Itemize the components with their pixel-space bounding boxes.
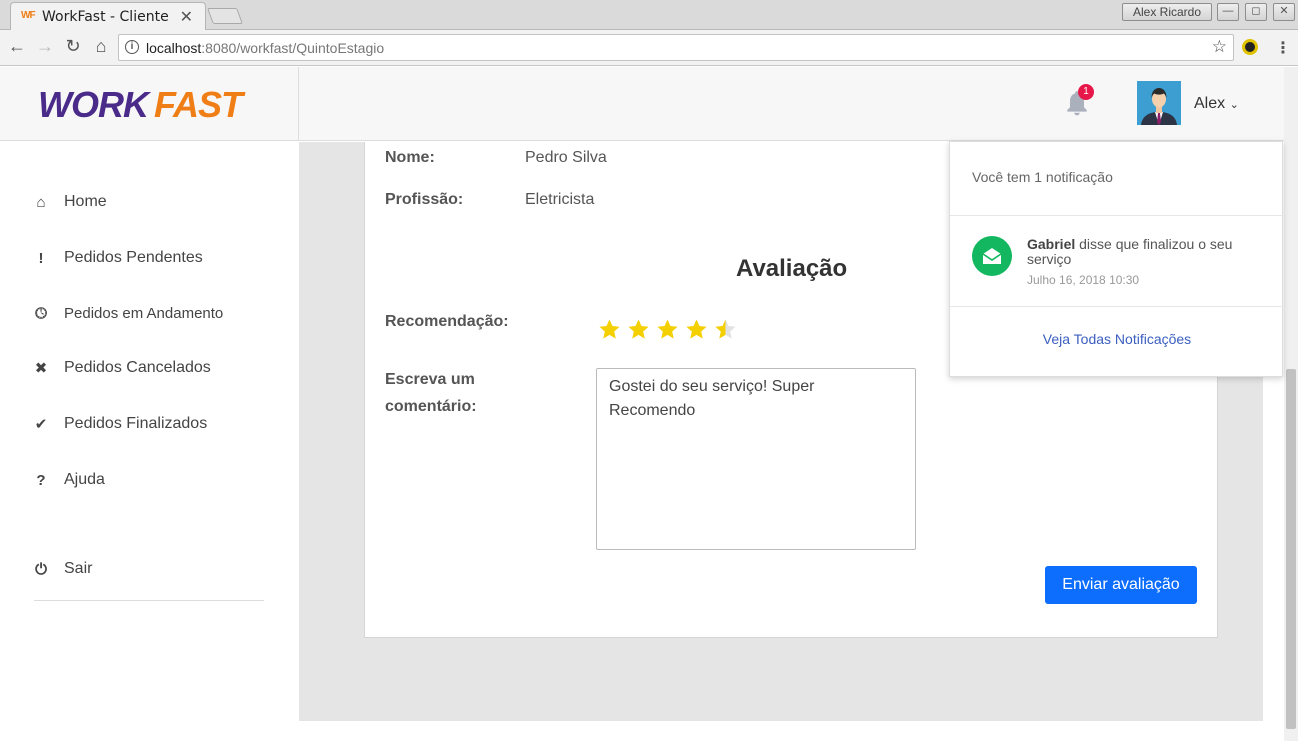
notification-divider xyxy=(950,306,1284,307)
window-user-label: Alex Ricardo xyxy=(1122,3,1212,21)
comment-textarea[interactable]: Gostei do seu serviço! Super Recomendo xyxy=(596,368,916,550)
app-root: WORK FAST 1 Alex ⌄ ⌂ Home ! Pedidos Pend… xyxy=(0,67,1298,741)
check-icon: ✔ xyxy=(34,416,48,433)
star-full-icon[interactable] xyxy=(598,318,621,341)
minimize-icon[interactable]: — xyxy=(1217,3,1239,21)
extension-icon[interactable] xyxy=(1242,39,1258,55)
notification-badge: 1 xyxy=(1078,84,1094,100)
notification-item-text[interactable]: Gabriel disse que finalizou o seu serviç… xyxy=(1027,237,1263,267)
back-arrow-icon[interactable]: ← xyxy=(6,36,28,57)
sidebar-item-pedidos-finalizados[interactable]: ✔ Pedidos Finalizados xyxy=(32,415,208,433)
url-text: localhost:8080/workfast/QuintoEstagio xyxy=(146,40,385,56)
envelope-open-icon xyxy=(972,236,1012,276)
profession-value: Eletricista xyxy=(525,191,595,208)
chevron-down-icon: ⌄ xyxy=(1229,99,1239,111)
workfast-logo[interactable]: WORK FAST xyxy=(38,84,243,126)
star-full-icon[interactable] xyxy=(685,318,708,341)
sidebar-item-ajuda[interactable]: ? Ajuda xyxy=(32,471,105,489)
notification-divider xyxy=(950,215,1284,216)
section-title: Avaliação xyxy=(736,255,848,282)
reload-icon[interactable]: ↻ xyxy=(62,36,84,57)
scrollbar-thumb[interactable] xyxy=(1286,369,1296,729)
user-avatar-icon xyxy=(1137,81,1181,125)
notification-header: Você tem 1 notificação xyxy=(972,169,1113,185)
workfast-favicon-icon: WF xyxy=(21,10,36,21)
tab-close-icon[interactable]: ✕ xyxy=(180,7,193,27)
address-bar[interactable]: i localhost:8080/workfast/QuintoEstagio … xyxy=(118,34,1234,61)
page-scrollbar[interactable] xyxy=(1284,67,1298,741)
recommendation-label: Recomendação: xyxy=(385,313,509,330)
user-menu[interactable]: Alex ⌄ xyxy=(1194,95,1239,113)
maximize-icon[interactable]: ◻ xyxy=(1245,3,1267,21)
sidebar-item-label: Ajuda xyxy=(64,471,105,488)
sidebar-item-label: Pedidos Cancelados xyxy=(64,359,211,376)
sidebar-item-home[interactable]: ⌂ Home xyxy=(32,193,107,211)
top-header: 1 Alex ⌄ xyxy=(299,67,1284,141)
question-icon: ? xyxy=(36,471,46,489)
see-all-notifications-link[interactable]: Veja Todas Notificações xyxy=(950,331,1284,347)
star-full-icon[interactable] xyxy=(656,318,679,341)
sidebar-item-label: Home xyxy=(64,193,107,210)
x-icon: ✖ xyxy=(34,360,48,377)
info-icon[interactable]: i xyxy=(125,40,139,54)
avatar[interactable] xyxy=(1137,81,1181,125)
browser-menu-icon[interactable]: ⋮ xyxy=(1275,38,1291,58)
home-icon: ⌂ xyxy=(36,193,46,211)
home-browser-icon[interactable]: ⌂ xyxy=(90,36,112,57)
comment-label: Escreva um comentário: xyxy=(385,371,477,415)
notification-dropdown: Você tem 1 notificação Gabriel disse que… xyxy=(949,141,1284,377)
sidebar-item-label: Pedidos em Andamento xyxy=(64,305,224,322)
sidebar-item-label: Sair xyxy=(64,560,93,577)
clock-icon: 🕓︎ xyxy=(35,305,47,322)
sidebar: ⌂ Home ! Pedidos Pendentes 🕓︎ Pedidos em… xyxy=(0,142,299,741)
sidebar-item-pedidos-em-andamento[interactable]: 🕓︎ Pedidos em Andamento xyxy=(32,305,223,322)
tab-title: WorkFast - Cliente xyxy=(42,9,169,25)
star-rating[interactable] xyxy=(598,318,737,341)
browser-toolbar: ← → ↻ ⌂ i localhost:8080/workfast/Quinto… xyxy=(0,30,1298,66)
content-footer-strip xyxy=(299,721,1263,741)
star-full-icon[interactable] xyxy=(627,318,650,341)
browser-tab-bar: WF WorkFast - Cliente ✕ Alex Ricardo — ◻… xyxy=(0,0,1298,30)
profession-label: Profissão: xyxy=(385,191,464,208)
star-half-icon[interactable] xyxy=(714,318,737,341)
name-value: Pedro Silva xyxy=(525,149,607,166)
bookmark-star-icon[interactable]: ☆ xyxy=(1212,37,1227,57)
sidebar-divider xyxy=(34,600,264,601)
new-tab-button[interactable] xyxy=(207,8,243,24)
logo-area: WORK FAST xyxy=(0,67,299,141)
power-icon: ⏻ xyxy=(35,560,47,578)
sidebar-item-label: Pedidos Pendentes xyxy=(64,249,203,266)
exclamation-icon: ! xyxy=(38,249,44,267)
sidebar-item-sair[interactable]: ⏻ Sair xyxy=(32,560,92,578)
window-close-icon[interactable]: ✕ xyxy=(1273,3,1295,21)
sidebar-item-pedidos-cancelados[interactable]: ✖ Pedidos Cancelados xyxy=(32,359,211,377)
sidebar-item-pedidos-pendentes[interactable]: ! Pedidos Pendentes xyxy=(32,249,203,267)
notification-item-time: Julho 16, 2018 10:30 xyxy=(1027,273,1140,287)
name-label: Nome: xyxy=(385,149,435,166)
submit-evaluation-button[interactable]: Enviar avaliação xyxy=(1045,566,1197,604)
browser-tab[interactable]: WF WorkFast - Cliente ✕ xyxy=(10,2,206,30)
forward-arrow-icon[interactable]: → xyxy=(34,36,56,57)
sidebar-item-label: Pedidos Finalizados xyxy=(64,415,208,432)
